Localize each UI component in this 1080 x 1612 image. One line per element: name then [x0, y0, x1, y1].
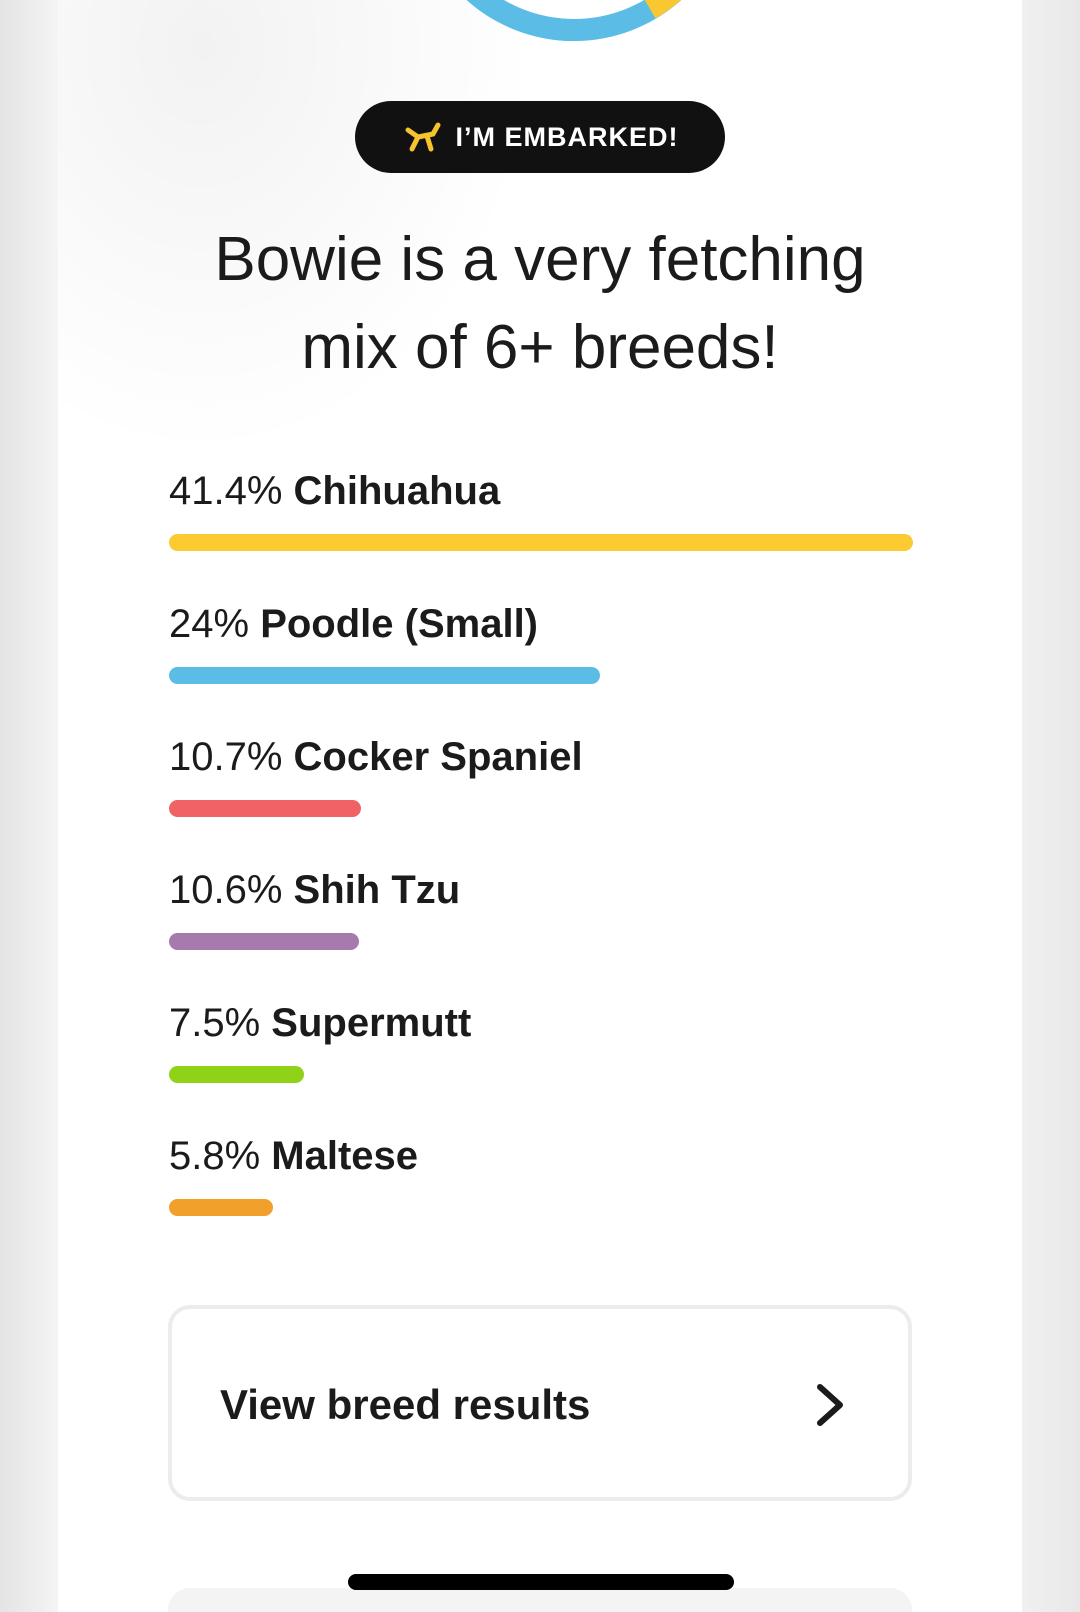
- breed-row-cocker-spaniel: 10.7% Cocker Spaniel: [169, 728, 913, 861]
- background-right-edge: [1022, 0, 1080, 1612]
- results-card: I’M EMBARKED! Bowie is a very fetching m…: [58, 0, 1022, 1612]
- breed-label: 5.8% Maltese: [169, 1127, 418, 1185]
- breed-list: 41.4% Chihuahua 24% Poodle (Small) 10.7%…: [169, 462, 913, 1260]
- donut-segment-chihuahua: [644, 0, 681, 19]
- breed-percent: 24%: [169, 602, 250, 646]
- breed-bar: [169, 800, 361, 817]
- breed-label: 10.7% Cocker Spaniel: [169, 728, 583, 786]
- breed-bar: [169, 933, 359, 950]
- breed-name: Cocker Spaniel: [293, 735, 583, 779]
- balloon-dog-icon: [405, 122, 440, 152]
- breed-bar: [169, 667, 600, 684]
- breed-percent: 41.4%: [169, 469, 283, 513]
- next-card-peek: [168, 1588, 912, 1612]
- breed-row-maltese: 5.8% Maltese: [169, 1127, 913, 1260]
- chevron-right-icon: [817, 1384, 843, 1426]
- breed-name: Poodle (Small): [260, 602, 538, 646]
- breed-row-chihuahua: 41.4% Chihuahua: [169, 462, 913, 595]
- breed-label: 7.5% Supermutt: [169, 994, 471, 1052]
- breed-label: 41.4% Chihuahua: [169, 462, 500, 520]
- breed-percent: 5.8%: [169, 1134, 261, 1178]
- page-title: Bowie is a very fetching mix of 6+ breed…: [98, 216, 982, 392]
- breed-bar: [169, 534, 913, 551]
- home-indicator[interactable]: [348, 1574, 734, 1590]
- breed-name: Supermutt: [271, 1001, 472, 1045]
- breed-name: Chihuahua: [293, 469, 501, 513]
- breed-percent: 10.7%: [169, 735, 283, 779]
- breed-row-shih-tzu: 10.6% Shih Tzu: [169, 861, 913, 994]
- view-breed-results-label: View breed results: [220, 1381, 591, 1428]
- breed-row-supermutt: 7.5% Supermutt: [169, 994, 913, 1127]
- breed-percent: 7.5%: [169, 1001, 261, 1045]
- breed-label: 10.6% Shih Tzu: [169, 861, 460, 919]
- title-line-2: mix of 6+ breeds!: [301, 313, 779, 382]
- donut-segment-poodle: [466, 0, 575, 41]
- breed-label: 24% Poodle (Small): [169, 595, 538, 653]
- breed-row-poodle: 24% Poodle (Small): [169, 595, 913, 728]
- breed-percent: 10.6%: [169, 868, 283, 912]
- title-line-1: Bowie is a very fetching: [214, 225, 866, 294]
- embarked-badge: I’M EMBARKED!: [355, 101, 725, 173]
- breed-name: Maltese: [271, 1134, 419, 1178]
- breed-bar: [169, 1066, 304, 1083]
- badge-label: I’M EMBARKED!: [455, 121, 679, 152]
- background-left-edge: [0, 0, 58, 1612]
- view-breed-results-button[interactable]: View breed results: [168, 1305, 912, 1501]
- breed-bar: [169, 1199, 273, 1216]
- breed-donut-chart: [466, 0, 682, 41]
- breed-name: Shih Tzu: [293, 868, 461, 912]
